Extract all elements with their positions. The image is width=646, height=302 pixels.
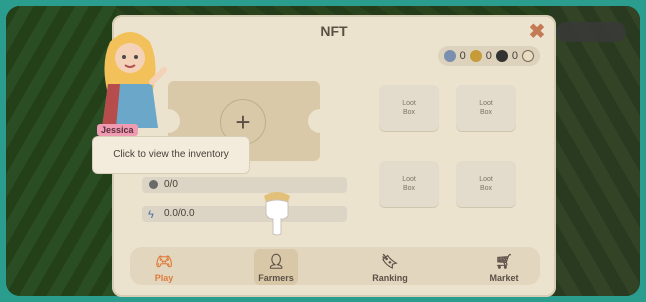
pointer-hand-icon — [264, 192, 290, 236]
loot-box-label-line1: Loot — [479, 176, 493, 183]
nav-play[interactable]: 🎮︎ Play — [134, 247, 194, 297]
loot-box-label-line2: Box — [479, 185, 493, 192]
cart-icon: 🛒︎ — [495, 253, 513, 269]
blue-coin-icon — [443, 50, 456, 62]
slots-value: 0/0 — [164, 179, 178, 190]
panel-title: NFT — [320, 23, 348, 39]
gold-coin-value: 0 — [485, 50, 492, 62]
nav-farmers[interactable]: 👤︎ Farmers — [246, 247, 306, 297]
currency-bar: 0 0 0 — [437, 46, 540, 66]
farmer-icon: 👤︎ — [267, 253, 285, 269]
blue-coin-value: 0 — [459, 50, 466, 62]
nav-farmers-label: Farmers — [258, 273, 294, 283]
background-hud-pill — [556, 22, 626, 42]
inventory-tooltip[interactable]: Click to view the inventory — [92, 136, 250, 174]
loot-box-label-line1: Loot — [402, 100, 416, 107]
gold-coin-icon — [469, 50, 482, 62]
nav-play-label: Play — [154, 273, 174, 283]
bookmark-icon: 🔖︎ — [381, 253, 399, 269]
energy-stat: ϟ 0.0/0.0 — [142, 206, 347, 222]
loot-box-label-line2: Box — [402, 185, 416, 192]
slots-icon — [149, 180, 158, 189]
slots-stat: 0/0 — [142, 177, 347, 193]
background-right-field — [550, 6, 640, 296]
dark-coin-icon — [495, 50, 508, 62]
gem-icon[interactable] — [522, 50, 534, 62]
nav-ranking[interactable]: 🔖︎ Ranking — [360, 247, 420, 297]
dark-coin-value: 0 — [511, 50, 518, 62]
loot-box-2[interactable]: Loot Box — [456, 85, 516, 131]
nav-market-label: Market — [489, 273, 519, 283]
close-icon[interactable]: ✖ — [528, 22, 546, 42]
gamepad-icon: 🎮︎ — [155, 253, 173, 269]
loot-box-label-line2: Box — [479, 109, 493, 116]
jessica-character[interactable] — [90, 24, 170, 128]
nav-market[interactable]: 🛒︎ Market — [474, 247, 534, 297]
loot-box-4[interactable]: Loot Box — [456, 161, 516, 207]
loot-box-label-line2: Box — [402, 109, 416, 116]
bottom-nav: 🎮︎ Play 👤︎ Farmers 🔖︎ Ranking 🛒︎ Market — [130, 247, 540, 285]
loot-box-3[interactable]: Loot Box — [379, 161, 439, 207]
nav-ranking-label: Ranking — [372, 273, 408, 283]
lightning-icon: ϟ — [148, 209, 154, 221]
loot-box-label-line1: Loot — [479, 100, 493, 107]
energy-value: 0.0/0.0 — [164, 208, 195, 219]
loot-box-1[interactable]: Loot Box — [379, 85, 439, 131]
loot-box-label-line1: Loot — [402, 176, 416, 183]
character-name-tag: Jessica — [97, 124, 138, 136]
